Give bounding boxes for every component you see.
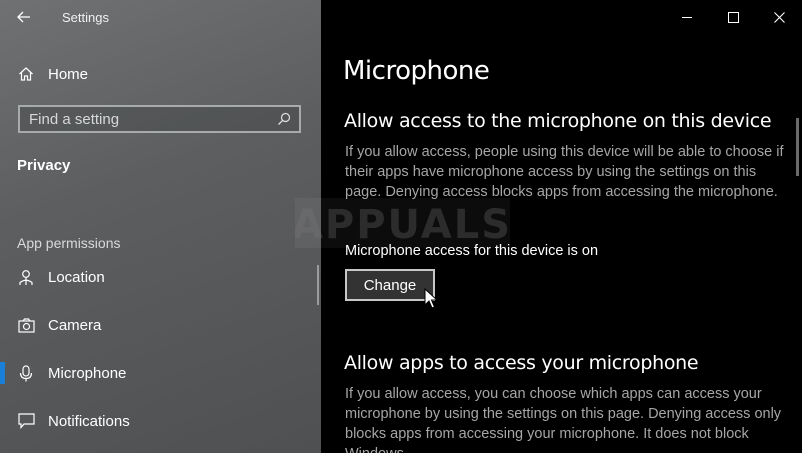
maximize-icon [727,11,739,23]
maximize-button[interactable] [710,0,756,34]
window-controls [664,0,802,34]
main-scrollbar[interactable] [796,118,799,176]
section-title-privacy: Privacy [17,157,71,174]
apps-access-description: If you allow access, you can choose whic… [345,386,782,453]
close-button[interactable] [756,0,802,34]
search-box [18,105,301,133]
back-button[interactable] [10,4,38,30]
sidebar-item-label: Location [48,268,105,286]
page-title: Microphone [343,56,490,86]
sidebar-item-location[interactable]: Location [0,259,321,295]
minimize-icon [681,16,692,18]
device-access-status: Microphone access for this device is on [345,243,599,259]
change-button[interactable]: Change [345,269,435,301]
app-title: Settings [62,10,109,25]
back-arrow-icon [17,11,30,23]
sidebar-item-label: Camera [48,316,102,334]
device-access-heading: Allow access to the microphone on this d… [344,110,772,132]
microphone-icon [17,364,35,382]
close-icon [773,11,785,23]
mouse-cursor-icon [424,288,438,309]
minimize-button[interactable] [664,0,710,34]
sidebar-item-home[interactable]: Home [0,60,321,88]
group-label-app-permissions: App permissions [17,235,121,251]
sidebar-item-label: Home [48,65,89,83]
home-icon [17,65,35,83]
sidebar-item-notifications[interactable]: Notifications [0,403,321,439]
camera-icon [17,316,35,334]
location-icon [17,268,35,286]
search-icon[interactable] [273,108,295,130]
sidebar: Settings Home Privacy App permissions [0,0,321,453]
search-input[interactable] [20,109,273,129]
device-access-description: If you allow access, people using this d… [345,144,784,200]
sidebar-scrollbar[interactable] [317,265,319,305]
sidebar-item-label: Microphone [48,364,127,382]
sidebar-item-label: Notifications [48,412,130,430]
title-bar-left: Settings [0,0,321,34]
apps-access-heading: Allow apps to access your microphone [344,352,699,374]
notifications-icon [17,412,35,430]
sidebar-item-camera[interactable]: Camera [0,307,321,343]
sidebar-item-microphone[interactable]: Microphone [0,355,321,391]
settings-window: Settings Home Privacy App permissions [0,0,802,453]
main-content: Microphone Allow access to the microphon… [321,0,802,453]
